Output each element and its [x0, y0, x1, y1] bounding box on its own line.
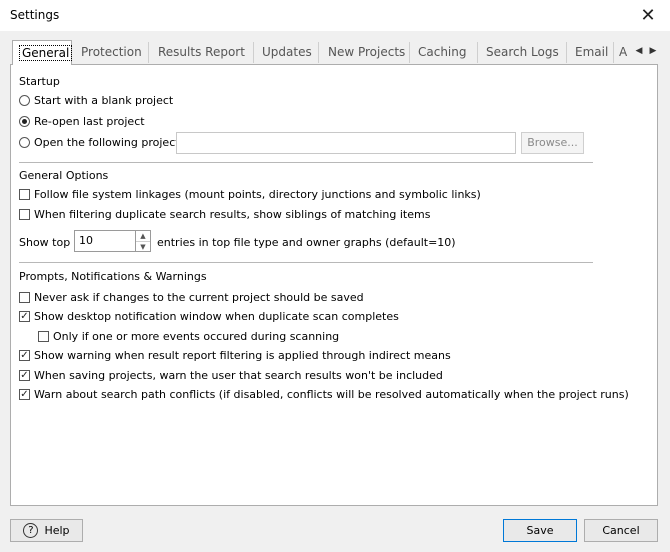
radio-button-selected[interactable] — [19, 116, 30, 127]
tab-caching[interactable]: Caching — [412, 42, 478, 63]
checkbox-checked[interactable]: ✓ — [19, 350, 30, 361]
tab-general[interactable]: General — [12, 40, 73, 65]
title-bar: Settings ✕ — [0, 0, 670, 31]
checkbox-show-siblings[interactable]: When filtering duplicate search results,… — [19, 208, 430, 221]
tab-results-report[interactable]: Results Report — [152, 42, 254, 63]
checkbox-show-desktop-notification[interactable]: ✓ Show desktop notification window when … — [19, 310, 399, 323]
startup-heading: Startup — [19, 75, 60, 88]
checkbox[interactable] — [19, 209, 30, 220]
show-top-stepper[interactable]: ▲ ▼ — [136, 230, 151, 252]
general-panel: Startup Start with a blank project Re-op… — [10, 64, 658, 506]
window-title: Settings — [10, 8, 60, 22]
close-button[interactable]: ✕ — [626, 0, 670, 31]
radio-open-following[interactable]: Open the following project: — [19, 136, 183, 149]
checkbox-checked[interactable]: ✓ — [19, 370, 30, 381]
tab-search-logs[interactable]: Search Logs — [480, 42, 567, 63]
checkbox[interactable] — [19, 189, 30, 200]
help-icon: ? — [23, 523, 39, 538]
radio-button[interactable] — [19, 95, 30, 106]
save-button[interactable]: Save — [503, 519, 577, 542]
show-top-label: Show top — [19, 236, 71, 249]
general-options-heading: General Options — [19, 169, 109, 182]
cancel-button[interactable]: Cancel — [584, 519, 658, 542]
chevron-up-icon[interactable]: ▲ — [136, 231, 150, 242]
project-path-input[interactable] — [176, 132, 516, 154]
tab-new-projects[interactable]: New Projects — [322, 42, 410, 63]
show-top-input[interactable]: 10 — [74, 230, 136, 252]
show-top-suffix: entries in top file type and owner graph… — [157, 236, 456, 249]
help-button[interactable]: ? Help — [10, 519, 83, 542]
checkbox-checked[interactable]: ✓ — [19, 389, 30, 400]
checkbox-only-if-events[interactable]: Only if one or more events occured durin… — [38, 330, 339, 343]
separator — [19, 262, 593, 263]
checkbox-warn-conflicts[interactable]: ✓ Warn about search path conflicts (if d… — [19, 388, 629, 401]
checkbox[interactable] — [19, 292, 30, 303]
checkbox-follow-links[interactable]: Follow file system linkages (mount point… — [19, 188, 481, 201]
checkbox-never-ask[interactable]: Never ask if changes to the current proj… — [19, 291, 364, 304]
chevron-down-icon[interactable]: ▼ — [136, 242, 150, 252]
radio-button[interactable] — [19, 137, 30, 148]
radio-start-blank[interactable]: Start with a blank project — [19, 94, 173, 107]
checkbox[interactable] — [38, 331, 49, 342]
radio-reopen-last[interactable]: Re-open last project — [19, 115, 145, 128]
browse-button[interactable]: Browse... — [521, 132, 584, 154]
tab-protection[interactable]: Protection — [75, 42, 149, 63]
checkbox-checked[interactable]: ✓ — [19, 311, 30, 322]
checkbox-warn-saving[interactable]: ✓ When saving projects, warn the user th… — [19, 369, 443, 382]
tab-strip: General Protection Results Report Update… — [10, 40, 660, 65]
tab-scroll-right-icon[interactable]: ▶ — [646, 43, 660, 59]
tab-scroll-left-icon[interactable]: ◀ — [632, 43, 646, 59]
prompts-heading: Prompts, Notifications & Warnings — [19, 270, 207, 283]
close-icon: ✕ — [640, 5, 656, 26]
tab-email[interactable]: Email — [569, 42, 614, 63]
tab-updates[interactable]: Updates — [256, 42, 319, 63]
tab-overflow[interactable]: A — [616, 42, 632, 63]
separator — [19, 162, 593, 163]
checkbox-show-warning-filter[interactable]: ✓ Show warning when result report filter… — [19, 349, 451, 362]
